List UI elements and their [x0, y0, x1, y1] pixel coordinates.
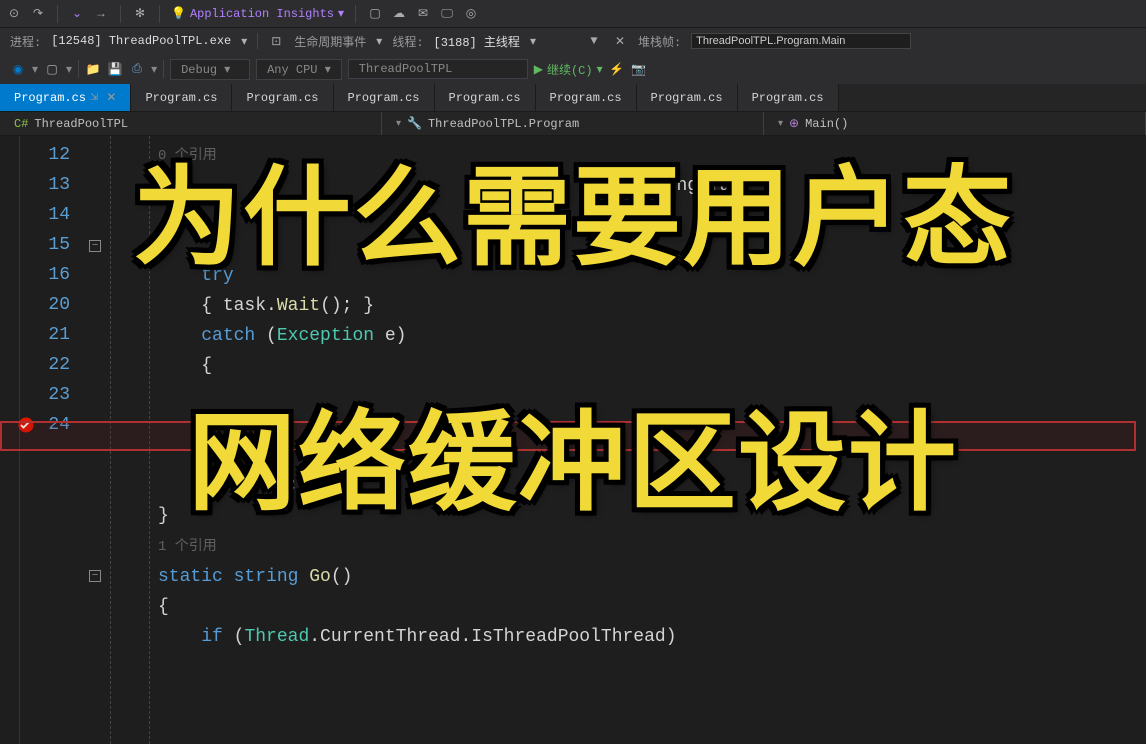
tab[interactable]: Program.cs: [232, 84, 333, 111]
fold-gutter[interactable]: − −: [80, 136, 110, 744]
breakpoint-gutter[interactable]: [0, 136, 20, 744]
mail-icon[interactable]: ✉: [415, 6, 431, 22]
chevron-down-icon: ▾: [597, 62, 603, 77]
cloud-icon[interactable]: ☁: [391, 6, 407, 22]
main-toolbar: ⊙ ↷ ⌄ → ✻ 💡 Application Insights ▾ ▢ ☁ ✉…: [0, 0, 1146, 28]
code-content[interactable]: 0 个引用 st ng.Ta try { task.Wait(); } catc…: [150, 136, 1146, 744]
tab[interactable]: Program.cs: [536, 84, 637, 111]
chevron-down-icon[interactable]: ▾: [66, 62, 72, 77]
app-insights-button[interactable]: 💡 Application Insights ▾: [171, 6, 344, 21]
add-file-icon[interactable]: ▢: [44, 61, 60, 77]
tool-icon[interactable]: ✕: [612, 33, 628, 49]
app-insights-label: Application Insights: [190, 7, 334, 21]
tab[interactable]: Program.cs: [334, 84, 435, 111]
nav-back-icon[interactable]: ⊙: [6, 6, 22, 22]
thunder-icon[interactable]: ⚡: [609, 61, 625, 77]
debug-toolbar: 进程: [12548] ThreadPoolTPL.exe ▾ ⊡ 生命周期事件…: [0, 28, 1146, 54]
chevron-down-icon: ▾: [338, 6, 344, 21]
indent-guides: [110, 136, 150, 744]
line-numbers: 121314 1516 20 2122 2324: [20, 136, 80, 744]
new-project-icon[interactable]: ◉: [10, 61, 26, 77]
fold-collapse-icon[interactable]: −: [89, 240, 101, 252]
continue-label: 继续(C): [547, 61, 593, 78]
pin-icon[interactable]: ⇲: [90, 92, 98, 104]
code-editor[interactable]: 121314 1516 20 2122 2324 − − 0 个引用 st ng…: [0, 136, 1146, 744]
stack-label: 堆栈帧:: [638, 33, 681, 50]
monitor-icon[interactable]: 🖵: [439, 6, 455, 22]
thread-label: 线程:: [392, 33, 423, 50]
process-value[interactable]: [12548] ThreadPoolTPL.exe: [51, 34, 231, 48]
chevron-down-icon[interactable]: ▾: [530, 34, 536, 49]
step-icon[interactable]: ⌄: [69, 6, 85, 22]
close-icon[interactable]: ✕: [106, 90, 116, 105]
camera-icon[interactable]: 📷: [631, 61, 647, 77]
process-label: 进程:: [10, 33, 41, 50]
save-all-icon[interactable]: ⎙: [129, 61, 145, 77]
thread-value[interactable]: [3188] 主线程: [434, 33, 520, 50]
lifecycle-icon[interactable]: ⊡: [268, 33, 284, 49]
context-bar: C# ThreadPoolTPL ▾ 🔧 ThreadPoolTPL.Progr…: [0, 112, 1146, 136]
tab[interactable]: Program.cs: [738, 84, 839, 111]
editor-tabs: Program.cs ⇲ ✕ Program.cs Program.cs Progr…: [0, 84, 1146, 112]
context-method[interactable]: ▾ ⊕ Main(): [764, 112, 1146, 135]
tab[interactable]: Program.cs: [637, 84, 738, 111]
tab[interactable]: Program.cs: [435, 84, 536, 111]
tab-active[interactable]: Program.cs⇲✕: [0, 84, 131, 111]
play-icon: ▶: [534, 62, 543, 77]
config-debug-select[interactable]: Debug ▾: [170, 59, 250, 80]
stack-frame-input[interactable]: [691, 33, 911, 49]
fold-collapse-icon[interactable]: −: [89, 570, 101, 582]
chevron-down-icon[interactable]: ▾: [32, 62, 38, 77]
breakpoint-icon[interactable]: [16, 415, 36, 435]
context-namespace[interactable]: ▾ 🔧 ThreadPoolTPL.Program: [382, 112, 764, 135]
nav-fwd-icon[interactable]: ↷: [30, 6, 46, 22]
chevron-down-icon[interactable]: ▾: [376, 34, 382, 49]
class-icon: 🔧: [407, 116, 422, 131]
continue-button[interactable]: ▶ 继续(C) ▾: [534, 61, 603, 78]
phone-icon[interactable]: ▢: [367, 6, 383, 22]
radar-icon[interactable]: ◎: [463, 6, 479, 22]
save-icon[interactable]: 💾: [107, 61, 123, 77]
filter-icon[interactable]: ▼: [586, 33, 602, 49]
open-folder-icon[interactable]: 📁: [85, 61, 101, 77]
command-toolbar: ◉ ▾ ▢ ▾ 📁 💾 ⎙ ▾ Debug ▾ Any CPU ▾ Thread…: [0, 54, 1146, 84]
config-cpu-select[interactable]: Any CPU ▾: [256, 59, 342, 80]
lifecycle-label: 生命周期事件: [294, 33, 366, 50]
chevron-down-icon[interactable]: ▾: [241, 34, 247, 49]
tab[interactable]: Program.cs: [131, 84, 232, 111]
method-icon: ⊕: [789, 116, 799, 131]
arrow-right-icon[interactable]: →: [93, 6, 109, 22]
chevron-down-icon[interactable]: ▾: [151, 62, 157, 77]
bulb-icon: 💡: [171, 6, 186, 21]
csharp-icon: C#: [14, 117, 28, 131]
context-project[interactable]: C# ThreadPoolTPL: [0, 112, 382, 135]
config-target-select[interactable]: ThreadPoolTPL: [348, 59, 528, 79]
spark-icon[interactable]: ✻: [132, 6, 148, 22]
